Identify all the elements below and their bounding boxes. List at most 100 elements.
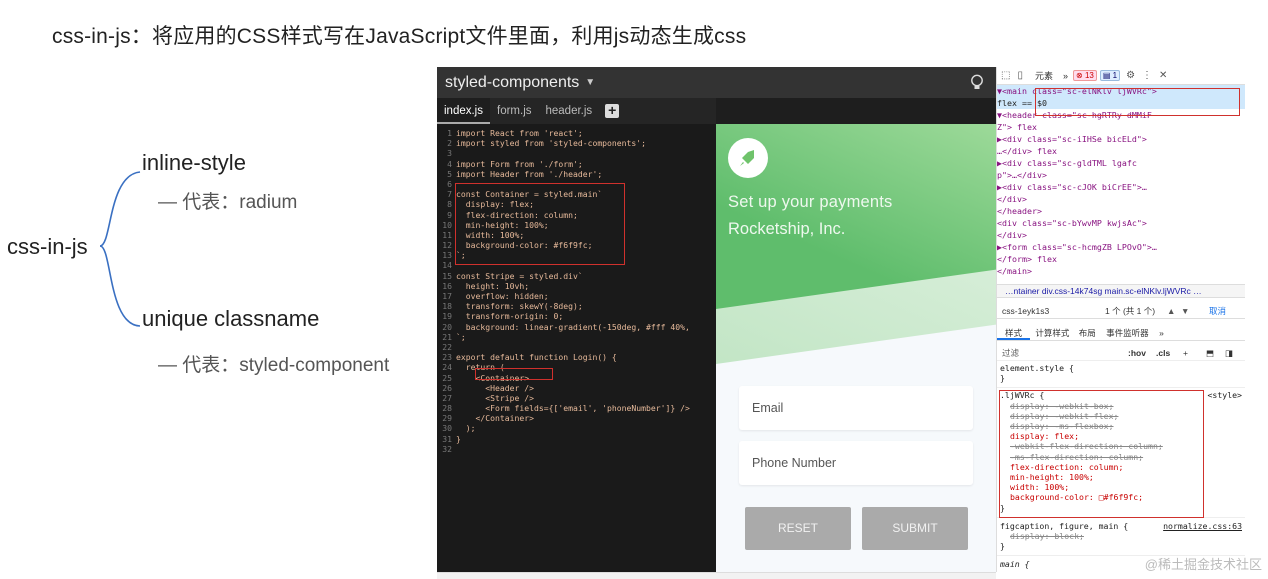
dom-node-div[interactable]: ▶<div class="sc-iIHSe bicELd"> bbox=[997, 133, 1245, 145]
code-editor[interactable]: 1 import React from 'react'; 2 import style… bbox=[437, 124, 716, 572]
gear-icon[interactable]: ⚙ bbox=[1126, 70, 1135, 81]
figcaption-rule-prop[interactable]: display: block; bbox=[997, 531, 1245, 541]
rule-source[interactable]: normalize.css:63 bbox=[1163, 521, 1245, 531]
code-line[interactable]: 18 transform: skewY(-8deg); bbox=[437, 301, 716, 311]
reset-button[interactable]: RESET bbox=[745, 507, 851, 550]
code-line[interactable]: 1 import React from 'react'; bbox=[437, 128, 716, 138]
tab-form-js[interactable]: form.js bbox=[490, 98, 539, 124]
hov-toggle[interactable]: :hov bbox=[1128, 345, 1146, 361]
submit-button[interactable]: SUBMIT bbox=[862, 507, 968, 550]
dom-search-bar: css-1eyk1s3 1 个 (共 1 个) ▲ ▼ 取消 bbox=[997, 303, 1245, 319]
more-menu-icon[interactable]: ⋮ bbox=[1142, 70, 1152, 81]
rule-selector: figcaption, figure, main { bbox=[1000, 520, 1129, 531]
code-line[interactable]: 9 flex-direction: column; bbox=[437, 210, 716, 220]
sandbox-title[interactable]: styled-components bbox=[445, 74, 579, 92]
inspect-icon[interactable]: ⬚ bbox=[1001, 70, 1010, 81]
rule-close: } bbox=[1000, 373, 1005, 384]
styles-filter-bar: 过滤 :hov .cls + ⬒ ◨ bbox=[997, 345, 1245, 361]
add-file-icon[interactable]: + bbox=[605, 103, 620, 118]
element-style-rule[interactable]: element.style { bbox=[997, 363, 1245, 373]
dom-search-input[interactable]: css-1eyk1s3 bbox=[997, 306, 1049, 316]
watermark: @稀土掘金技术社区 bbox=[1144, 557, 1262, 572]
app-preview: Set up your payments Rocketship, Inc. Em… bbox=[716, 124, 996, 572]
tab-layout[interactable]: 布局 bbox=[1075, 328, 1100, 338]
code-line[interactable]: 26 <Header /> bbox=[437, 383, 716, 393]
lightbulb-icon[interactable] bbox=[968, 73, 986, 91]
code-line[interactable]: 25 <Container> bbox=[437, 373, 716, 383]
cls-toggle[interactable]: .cls bbox=[1156, 345, 1170, 361]
dom-line: </form> flex bbox=[997, 254, 1057, 264]
code-line[interactable]: 29 </Container> bbox=[437, 413, 716, 423]
code-line[interactable]: 6 bbox=[437, 179, 716, 189]
message-count-badge[interactable]: ▤ 1 bbox=[1099, 70, 1121, 81]
line-number: 14 bbox=[442, 260, 452, 271]
code-line[interactable]: 27 <Stripe /> bbox=[437, 393, 716, 403]
code-line[interactable]: 17 overflow: hidden; bbox=[437, 291, 716, 301]
code-line[interactable]: 13 `; bbox=[437, 250, 716, 260]
device-toggle-icon[interactable]: ▯ bbox=[1017, 70, 1023, 81]
dom-line: p">…</div> bbox=[997, 170, 1047, 180]
tab-more[interactable]: » bbox=[1155, 328, 1168, 338]
phone-number-field[interactable]: Phone Number bbox=[739, 441, 973, 485]
code-text: import styled from 'styled-components'; bbox=[456, 138, 647, 149]
code-text: export default function Login() { bbox=[456, 352, 617, 363]
code-line[interactable]: 7 const Container = styled.main` bbox=[437, 189, 716, 199]
email-field[interactable]: Email bbox=[739, 386, 973, 430]
code-line[interactable]: 31} bbox=[437, 434, 716, 444]
dom-node-div[interactable]: <div class="sc-bYwvMP kwjsAc"> bbox=[997, 217, 1245, 229]
code-line[interactable]: 23 export default function Login() { bbox=[437, 352, 716, 362]
code-line[interactable]: 15 const Stripe = styled.div` bbox=[437, 271, 716, 281]
sandbox-bottom-bar bbox=[437, 572, 996, 579]
code-line[interactable]: 14 bbox=[437, 260, 716, 270]
line-number: 24 bbox=[442, 362, 452, 373]
code-line[interactable]: 8 display: flex; bbox=[437, 199, 716, 209]
chevron-down-icon[interactable]: ▼ bbox=[585, 77, 595, 88]
dom-node-header-cont: Z"> flex bbox=[997, 121, 1245, 133]
tab-event-listeners[interactable]: 事件监听器 bbox=[1102, 328, 1153, 338]
message-count: 1 bbox=[1112, 71, 1118, 80]
code-line[interactable]: 20 background: linear-gradient(-150deg, … bbox=[437, 322, 716, 332]
dom-line: </main> bbox=[997, 266, 1032, 276]
tab-index-js[interactable]: index.js bbox=[437, 98, 490, 124]
paint-icon[interactable]: ⬒ bbox=[1206, 345, 1214, 361]
figcaption-rule-selector[interactable]: figcaption, figure, main { normalize.css:… bbox=[997, 521, 1245, 531]
code-line[interactable]: 21 `; bbox=[437, 332, 716, 342]
close-icon[interactable]: ✕ bbox=[1159, 70, 1167, 81]
code-line[interactable]: 3 bbox=[437, 148, 716, 158]
code-line[interactable]: 2 import styled from 'styled-components'; bbox=[437, 138, 716, 148]
dom-line: Z"> flex bbox=[997, 122, 1037, 132]
sidebar-toggle-icon[interactable]: ◨ bbox=[1225, 345, 1233, 361]
code-line[interactable]: 16 height: 10vh; bbox=[437, 281, 716, 291]
code-line[interactable]: 10 min-height: 100%; bbox=[437, 220, 716, 230]
more-tabs[interactable]: » bbox=[1058, 71, 1073, 81]
preview-company: Rocketship, Inc. bbox=[728, 220, 846, 238]
dom-node-form[interactable]: ▶<form class="sc-hcmgZB LPOvO">… bbox=[997, 241, 1245, 253]
code-line[interactable]: 5 import Header from './header'; bbox=[437, 169, 716, 179]
code-line[interactable]: 4 import Form from './form'; bbox=[437, 159, 716, 169]
code-line[interactable]: 11 width: 100%; bbox=[437, 230, 716, 240]
tab-elements[interactable]: 元素 bbox=[1030, 69, 1058, 82]
rule-source[interactable]: <style> bbox=[1207, 390, 1245, 400]
tab-styles[interactable]: 样式 bbox=[997, 328, 1031, 340]
code-line[interactable]: 12 background-color: #f6f9fc; bbox=[437, 240, 716, 250]
code-line[interactable]: 32 bbox=[437, 444, 716, 454]
search-prev-icon[interactable]: ▲ bbox=[1167, 303, 1175, 319]
code-text: transform: skewY(-8deg); bbox=[456, 301, 583, 312]
styles-filter-input[interactable]: 过滤 bbox=[997, 348, 1019, 358]
add-rule-icon[interactable]: + bbox=[1183, 345, 1188, 361]
search-next-icon[interactable]: ▼ bbox=[1181, 303, 1189, 319]
code-line[interactable]: 19 transform-origin: 0; bbox=[437, 311, 716, 321]
error-count-badge[interactable]: ⊗ 13 bbox=[1073, 70, 1097, 81]
search-cancel-button[interactable]: 取消 bbox=[1209, 303, 1226, 319]
code-text: return ( bbox=[456, 362, 505, 373]
code-line[interactable]: 30 ); bbox=[437, 423, 716, 433]
breadcrumb[interactable]: …ntainer div.css-14k74sg main.sc-elNKlv.… bbox=[997, 284, 1245, 298]
tab-computed[interactable]: 计算样式 bbox=[1032, 328, 1072, 338]
tab-header-js[interactable]: header.js bbox=[539, 98, 600, 124]
code-line[interactable]: 24 return ( bbox=[437, 362, 716, 372]
line-number: 23 bbox=[442, 352, 452, 363]
code-line[interactable]: 22 bbox=[437, 342, 716, 352]
dom-node-div[interactable]: ▶<div class="sc-cJOK biCrEE">… bbox=[997, 181, 1245, 193]
dom-node-div[interactable]: ▶<div class="sc-gldTML lgafc bbox=[997, 157, 1245, 169]
code-line[interactable]: 28 <Form fields={['email', 'phoneNumber'… bbox=[437, 403, 716, 413]
